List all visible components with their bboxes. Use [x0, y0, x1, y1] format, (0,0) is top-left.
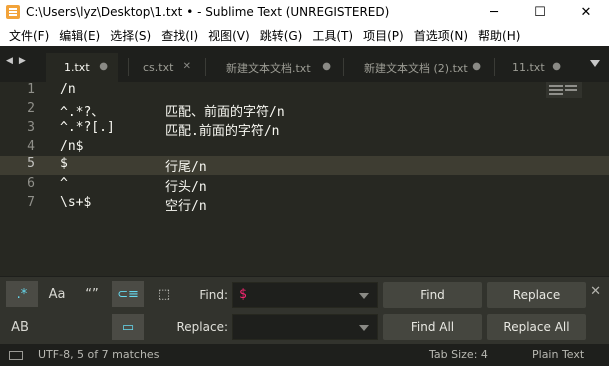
menu-bar: 文件(F) 编辑(E) 选择(S) 查找(I) 视图(V) 跳转(G) 工具(T… [0, 24, 609, 46]
replace-button[interactable]: Replace [487, 282, 586, 308]
menu-edit[interactable]: 编辑(E) [54, 27, 105, 44]
line-number: 1 [27, 82, 35, 97]
wrap-toggle[interactable]: ⊂≡ [112, 281, 144, 307]
tab-label: 11.txt [512, 61, 545, 74]
regex-toggle[interactable]: .* [6, 281, 38, 307]
in-selection-toggle[interactable]: ⬚ [148, 281, 180, 307]
find-input-value: $ [239, 287, 247, 302]
tab-new-doc-2[interactable]: 新建文本文档 (2).txt ● [344, 53, 491, 82]
window-title: C:\Users\lyz\Desktop\1.txt • - Sublime T… [26, 5, 390, 19]
code-line: 1 /n [0, 82, 609, 101]
replace-all-button[interactable]: Replace All [487, 314, 586, 340]
line-pattern: /n [60, 82, 76, 97]
tab-close-icon[interactable]: ✕ [183, 61, 191, 72]
close-window-button[interactable]: ✕ [563, 0, 609, 24]
menu-view[interactable]: 视图(V) [203, 27, 255, 44]
dirty-indicator-icon[interactable]: ● [552, 61, 561, 72]
tab-11-txt[interactable]: 11.txt ● [495, 53, 571, 82]
line-comment: 匹配、前面的字符/n [165, 105, 285, 120]
find-history-dropdown-icon[interactable] [359, 293, 369, 299]
code-line: 7 \s+$ 空行/n [0, 195, 609, 214]
line-number: 5 [27, 156, 35, 171]
tab-new-doc[interactable]: 新建文本文档.txt ● [206, 53, 341, 82]
menu-find[interactable]: 查找(I) [156, 27, 203, 44]
menu-selection[interactable]: 选择(S) [105, 27, 156, 44]
code-line-current: 5 $ 行尾/n [0, 156, 609, 175]
replace-history-dropdown-icon[interactable] [359, 325, 369, 331]
menu-project[interactable]: 项目(P) [358, 27, 409, 44]
tab-next-icon[interactable]: ▶ [19, 56, 26, 66]
whole-word-toggle[interactable]: “” [76, 281, 108, 307]
line-number: 4 [27, 139, 35, 154]
line-pattern: \s+$ [60, 195, 92, 210]
code-line: 6 ^ 行头/n [0, 176, 609, 195]
line-number: 3 [27, 120, 35, 135]
tab-label: 1.txt [64, 61, 90, 74]
line-number: 2 [27, 101, 35, 116]
line-comment: 行头/n [165, 180, 207, 195]
tab-menu-icon[interactable] [590, 60, 600, 67]
close-find-panel-icon[interactable]: ✕ [590, 284, 601, 299]
menu-tools[interactable]: 工具(T) [307, 27, 358, 44]
preserve-case-toggle[interactable]: AB [4, 314, 36, 340]
line-pattern: $ [60, 156, 68, 171]
title-bar: C:\Users\lyz\Desktop\1.txt • - Sublime T… [0, 0, 609, 24]
menu-help[interactable]: 帮助(H) [473, 27, 525, 44]
find-input[interactable]: $ [232, 282, 378, 308]
dirty-indicator-icon[interactable]: ● [472, 61, 481, 72]
minimize-button[interactable]: ─ [471, 0, 517, 24]
tab-label: 新建文本文档 (2).txt [364, 61, 468, 75]
menu-goto[interactable]: 跳转(G) [255, 27, 308, 44]
tab-size-indicator[interactable]: Tab Size: 4 [429, 348, 488, 361]
dirty-indicator-icon[interactable]: ● [322, 61, 331, 72]
window-controls: ─ ☐ ✕ [471, 0, 609, 24]
replace-input[interactable] [232, 314, 378, 340]
tab-1-txt[interactable]: 1.txt ● [46, 53, 118, 82]
sublime-app-icon [6, 5, 20, 19]
line-number: 7 [27, 195, 35, 210]
case-sensitive-toggle[interactable]: Aa [41, 281, 73, 307]
syntax-indicator[interactable]: Plain Text [532, 348, 584, 361]
status-bar: UTF-8, 5 of 7 matches Tab Size: 4 Plain … [0, 344, 609, 366]
code-line: 3 ^.*?[.] 匹配.前面的字符/n [0, 120, 609, 139]
encoding-match-status: UTF-8, 5 of 7 matches [38, 348, 160, 361]
find-replace-panel: .* Aa “” ⊂≡ ⬚ AB ▭ Find: $ Replace: Find… [0, 276, 609, 344]
tab-navigation: ◀ ▶ [6, 56, 26, 66]
line-number: 6 [27, 176, 35, 191]
find-all-button[interactable]: Find All [383, 314, 482, 340]
tab-label: cs.txt [143, 61, 174, 74]
maximize-button[interactable]: ☐ [517, 0, 563, 24]
highlight-matches-toggle[interactable]: ▭ [112, 314, 144, 340]
dirty-indicator-icon[interactable]: ● [99, 61, 108, 72]
code-line: 2 ^.*?、 匹配、前面的字符/n [0, 101, 609, 120]
line-comment: 匹配.前面的字符/n [165, 124, 280, 139]
editor-area[interactable]: 1 /n 2 ^.*?、 匹配、前面的字符/n 3 ^.*?[.] 匹配.前面的… [0, 82, 609, 276]
line-pattern: ^ [60, 176, 68, 191]
find-button[interactable]: Find [383, 282, 482, 308]
tab-bar: ◀ ▶ 1.txt ● cs.txt ✕ 新建文本文档.txt ● 新建文本文档… [0, 46, 609, 82]
replace-label: Replace: [176, 320, 228, 334]
line-comment: 空行/n [165, 199, 207, 214]
tab-prev-icon[interactable]: ◀ [6, 56, 13, 66]
line-pattern: ^.*?、 [60, 105, 105, 120]
menu-file[interactable]: 文件(F) [4, 27, 54, 44]
tab-label: 新建文本文档.txt [226, 61, 311, 75]
menu-preferences[interactable]: 首选项(N) [409, 27, 473, 44]
line-pattern: /n$ [60, 139, 84, 154]
line-comment: 行尾/n [165, 160, 207, 175]
find-label: Find: [199, 288, 228, 302]
panel-toggle-icon[interactable] [9, 351, 23, 360]
line-pattern: ^.*?[.] [60, 120, 115, 135]
tab-cs-txt[interactable]: cs.txt ✕ [129, 53, 201, 82]
